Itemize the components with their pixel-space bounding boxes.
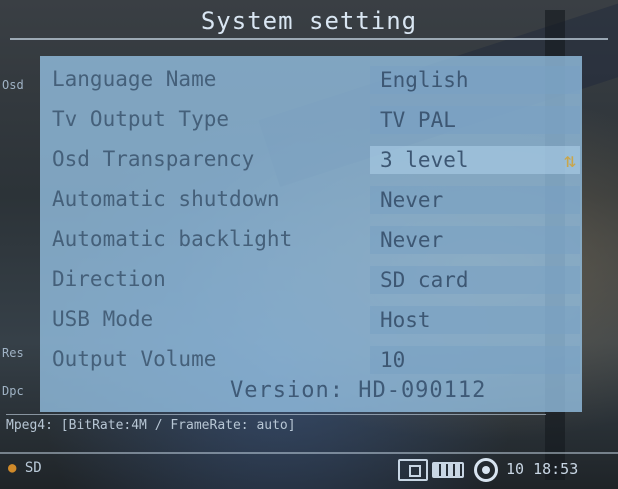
menu-row-value[interactable]: Never [370, 186, 580, 214]
edge-label-osd: Osd [2, 78, 24, 92]
edge-label-dpc: Dpc [2, 384, 24, 398]
storage-indicator: ● SD [8, 460, 42, 476]
menu-row-value[interactable]: English [370, 66, 580, 94]
menu-row-label: Output Volume [52, 347, 217, 371]
battery-icon [432, 462, 464, 478]
menu-row-tv-output[interactable]: Tv Output Type TV PAL [52, 102, 580, 136]
menu-row-label: USB Mode [52, 307, 154, 331]
record-icon [474, 458, 498, 482]
menu-row-language[interactable]: Language Name English [52, 62, 580, 96]
sd-card-icon: ● [8, 460, 17, 476]
menu-row-osd-transparency[interactable]: Osd Transparency 3 level ⇅ [52, 142, 580, 176]
spin-arrows-icon[interactable]: ⇅ [564, 146, 576, 174]
status-bar: ● SD 10 18:53 [0, 452, 618, 488]
menu-row-value[interactable]: TV PAL [370, 106, 580, 134]
menu-row-label: Tv Output Type [52, 107, 230, 131]
menu-row-value[interactable]: 10 [370, 346, 580, 374]
menu-row-usb-mode[interactable]: USB Mode Host [52, 302, 580, 336]
menu-row-value[interactable]: Host [370, 306, 580, 334]
menu-row-output-volume[interactable]: Output Volume 10 [52, 342, 580, 376]
menu-row-label: Automatic shutdown [52, 187, 280, 211]
edge-label-res: Res [2, 346, 24, 360]
menu-row-label: Language Name [52, 67, 217, 91]
clock-readout: 10 18:53 [506, 460, 579, 478]
box-icon [398, 459, 428, 481]
menu-row-value[interactable]: SD card [370, 266, 580, 294]
encoding-status-line: Mpeg4: [BitRate:4M / FrameRate: auto] [6, 414, 546, 437]
version-label: Version: HD-090112 [230, 378, 487, 403]
menu-row-label: Automatic backlight [52, 227, 293, 251]
menu-row-direction[interactable]: Direction SD card [52, 262, 580, 296]
menu-row-label: Osd Transparency [52, 147, 255, 171]
menu-row-label: Direction [52, 267, 166, 291]
storage-label: SD [24, 460, 42, 476]
menu-row-value[interactable]: Never [370, 226, 580, 254]
menu-row-value-text: 3 level [380, 148, 469, 172]
menu-row-value[interactable]: 3 level ⇅ [370, 146, 580, 174]
settings-menu: Language Name English Tv Output Type TV … [40, 56, 582, 412]
menu-row-auto-shutdown[interactable]: Automatic shutdown Never [52, 182, 580, 216]
menu-row-auto-backlight[interactable]: Automatic backlight Never [52, 222, 580, 256]
page-title: System setting [10, 4, 608, 40]
